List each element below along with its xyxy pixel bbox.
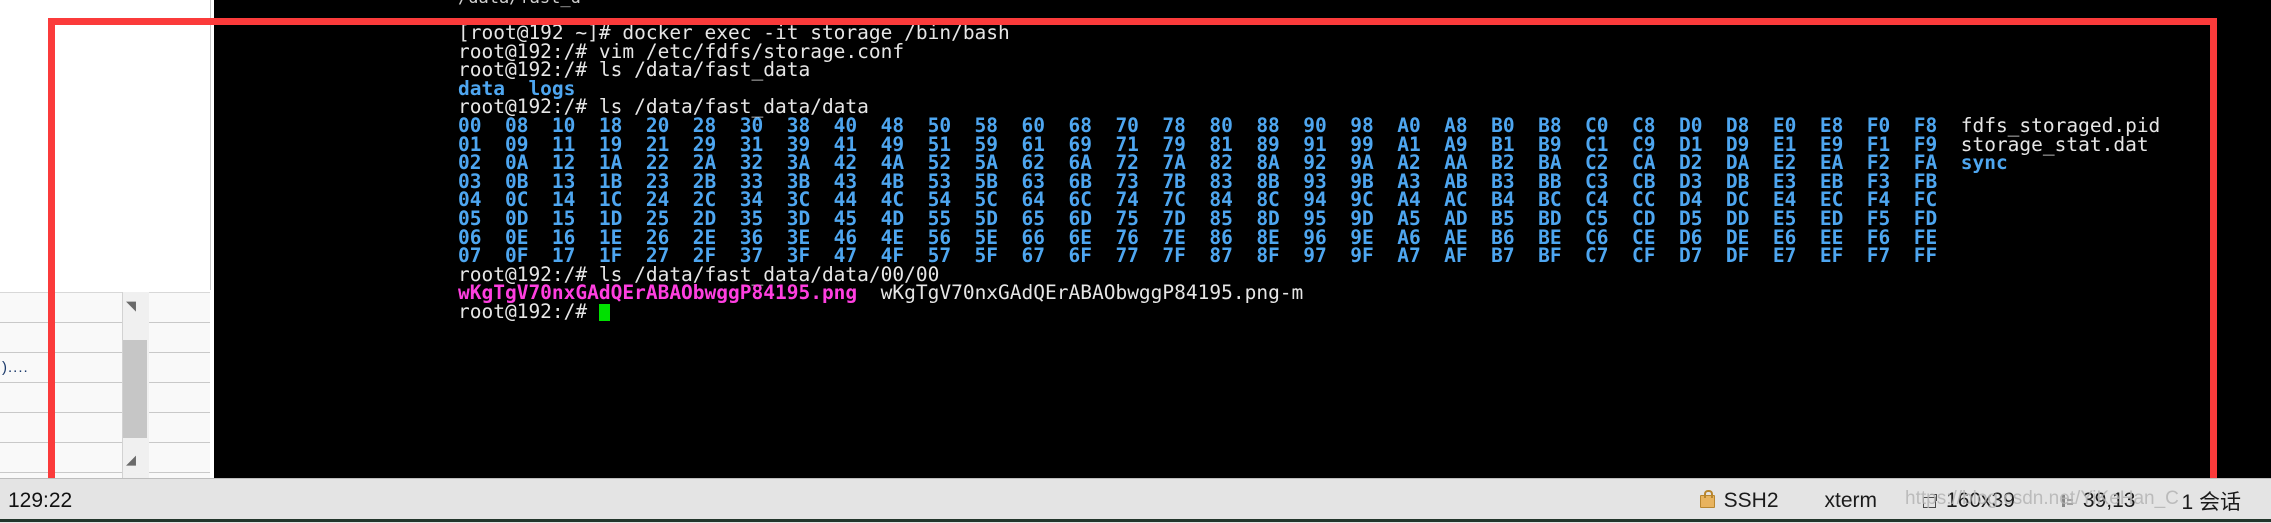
background-list-item[interactable] [0,323,210,353]
terminal-window[interactable]: /data/fast_d [root@192 ~]# docker exec -… [214,0,2271,478]
terminal-text-segment: root@192:/# [458,299,599,323]
prompt-final: root@192:/# [458,299,2271,323]
status-item-ssh2[interactable]: SSH2 [1699,489,1779,513]
status-item-label: xterm [1824,489,1878,512]
terminal-text-segment: sync [1960,151,2008,175]
terminal-output-area[interactable]: [root@192 ~]# docker exec -it storage /b… [444,18,2271,478]
status-item-160x39[interactable]: 160x39 [1923,489,2015,513]
background-list-item[interactable]: ).... [0,353,210,383]
terminal-cursor [598,303,610,321]
background-list-item-label: ).... [2,359,29,376]
status-bar: 129:22 SSH2 xterm 160x39 39,13 1 会话 [0,478,2271,523]
status-item-39-13[interactable]: 39,13 [2061,489,2136,513]
status-item-label: 160x39 [1946,489,2015,512]
background-white-panel [0,0,211,290]
status-item-1-[interactable]: 1 会话 [2181,486,2241,516]
terminal-text-segment: wKgTgV70nxGAdQErABAObwggP84195.png-m [857,281,1304,305]
cursor-position-icon [2061,494,2074,508]
background-scrollbar-thumb[interactable] [123,340,147,438]
background-list-item[interactable] [0,413,210,443]
background-list-item[interactable] [0,443,210,473]
status-right-group: SSH2 xterm 160x39 39,13 1 会话 [1699,486,2241,516]
background-list-item[interactable] [0,293,210,323]
background-grid-panel[interactable]: ).... [0,292,210,503]
cmd-ls-fast-data: root@192:/# ls /data/fast_data [458,60,2271,80]
status-item-label: 39,13 [2082,489,2136,512]
status-left-text: 129:22 [8,489,73,512]
lock-icon [1699,489,1715,508]
terminal-size-icon [1923,494,1938,508]
out-00-00-listing: wKgTgV70nxGAdQErABAObwggP84195.png wKgTg… [458,281,2271,305]
status-item-label: SSH2 [1723,489,1779,512]
status-item-label: 1 会话 [2181,491,2241,514]
status-item-xterm[interactable]: xterm [1825,489,1878,513]
terminal-scrollback-clipped-line: /data/fast_d [444,0,2271,18]
background-list-item[interactable] [0,383,210,413]
clipped-text: /data/fast_d [458,0,581,8]
